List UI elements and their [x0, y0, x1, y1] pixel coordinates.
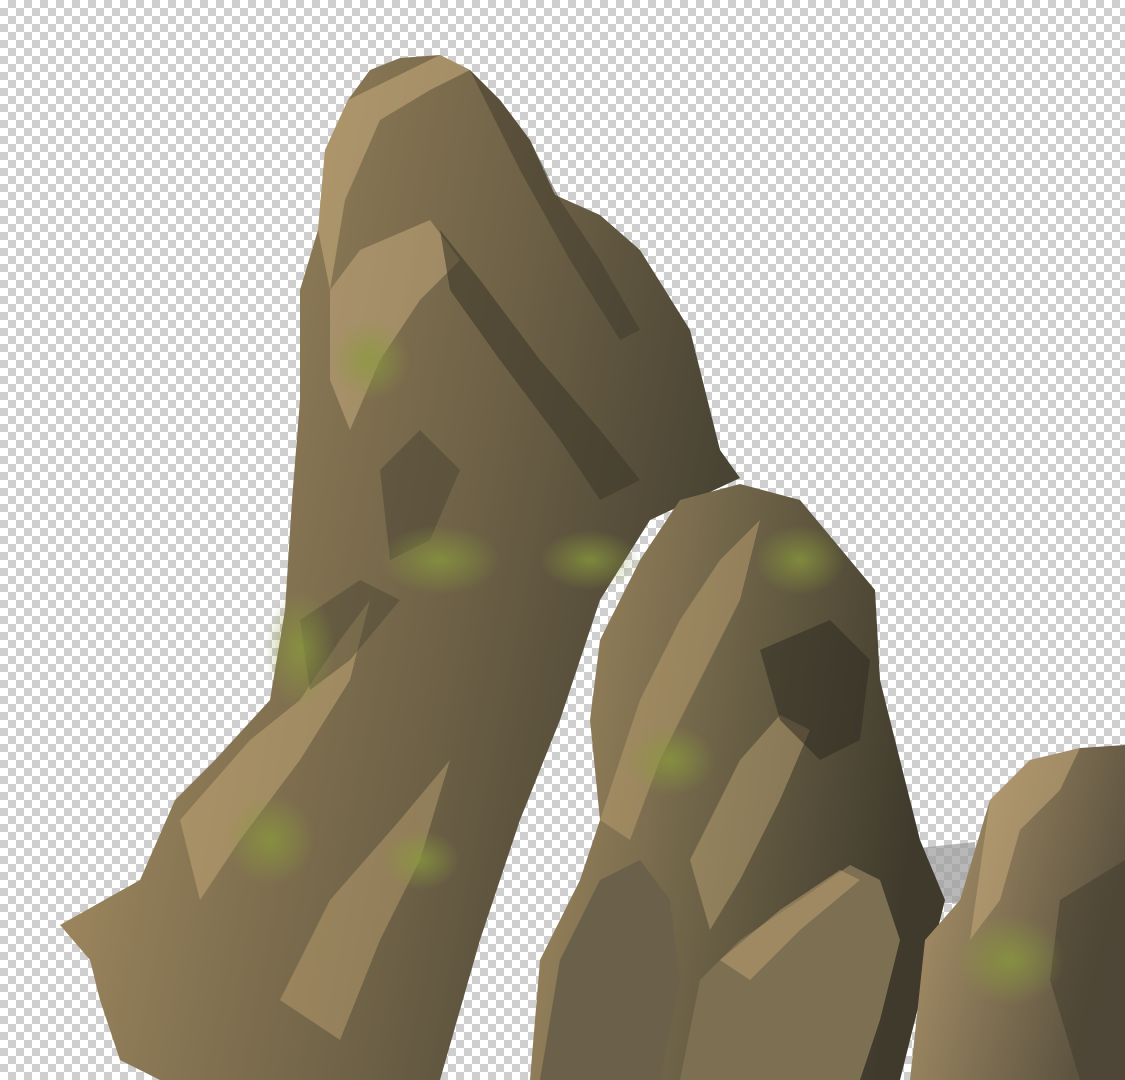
moss-patch	[265, 590, 335, 710]
rock-formation-image	[60, 55, 1125, 1080]
transparency-checkerboard	[0, 0, 1125, 1080]
moss-patch	[955, 915, 1065, 1005]
moss-patch	[625, 725, 715, 795]
moss-patch	[540, 530, 640, 590]
moss-patch	[755, 525, 845, 595]
moss-patch	[380, 830, 460, 890]
moss-patch	[225, 795, 315, 885]
lower-boulder	[540, 860, 680, 1080]
moss-patch	[380, 525, 500, 595]
moss-patch	[330, 320, 410, 400]
